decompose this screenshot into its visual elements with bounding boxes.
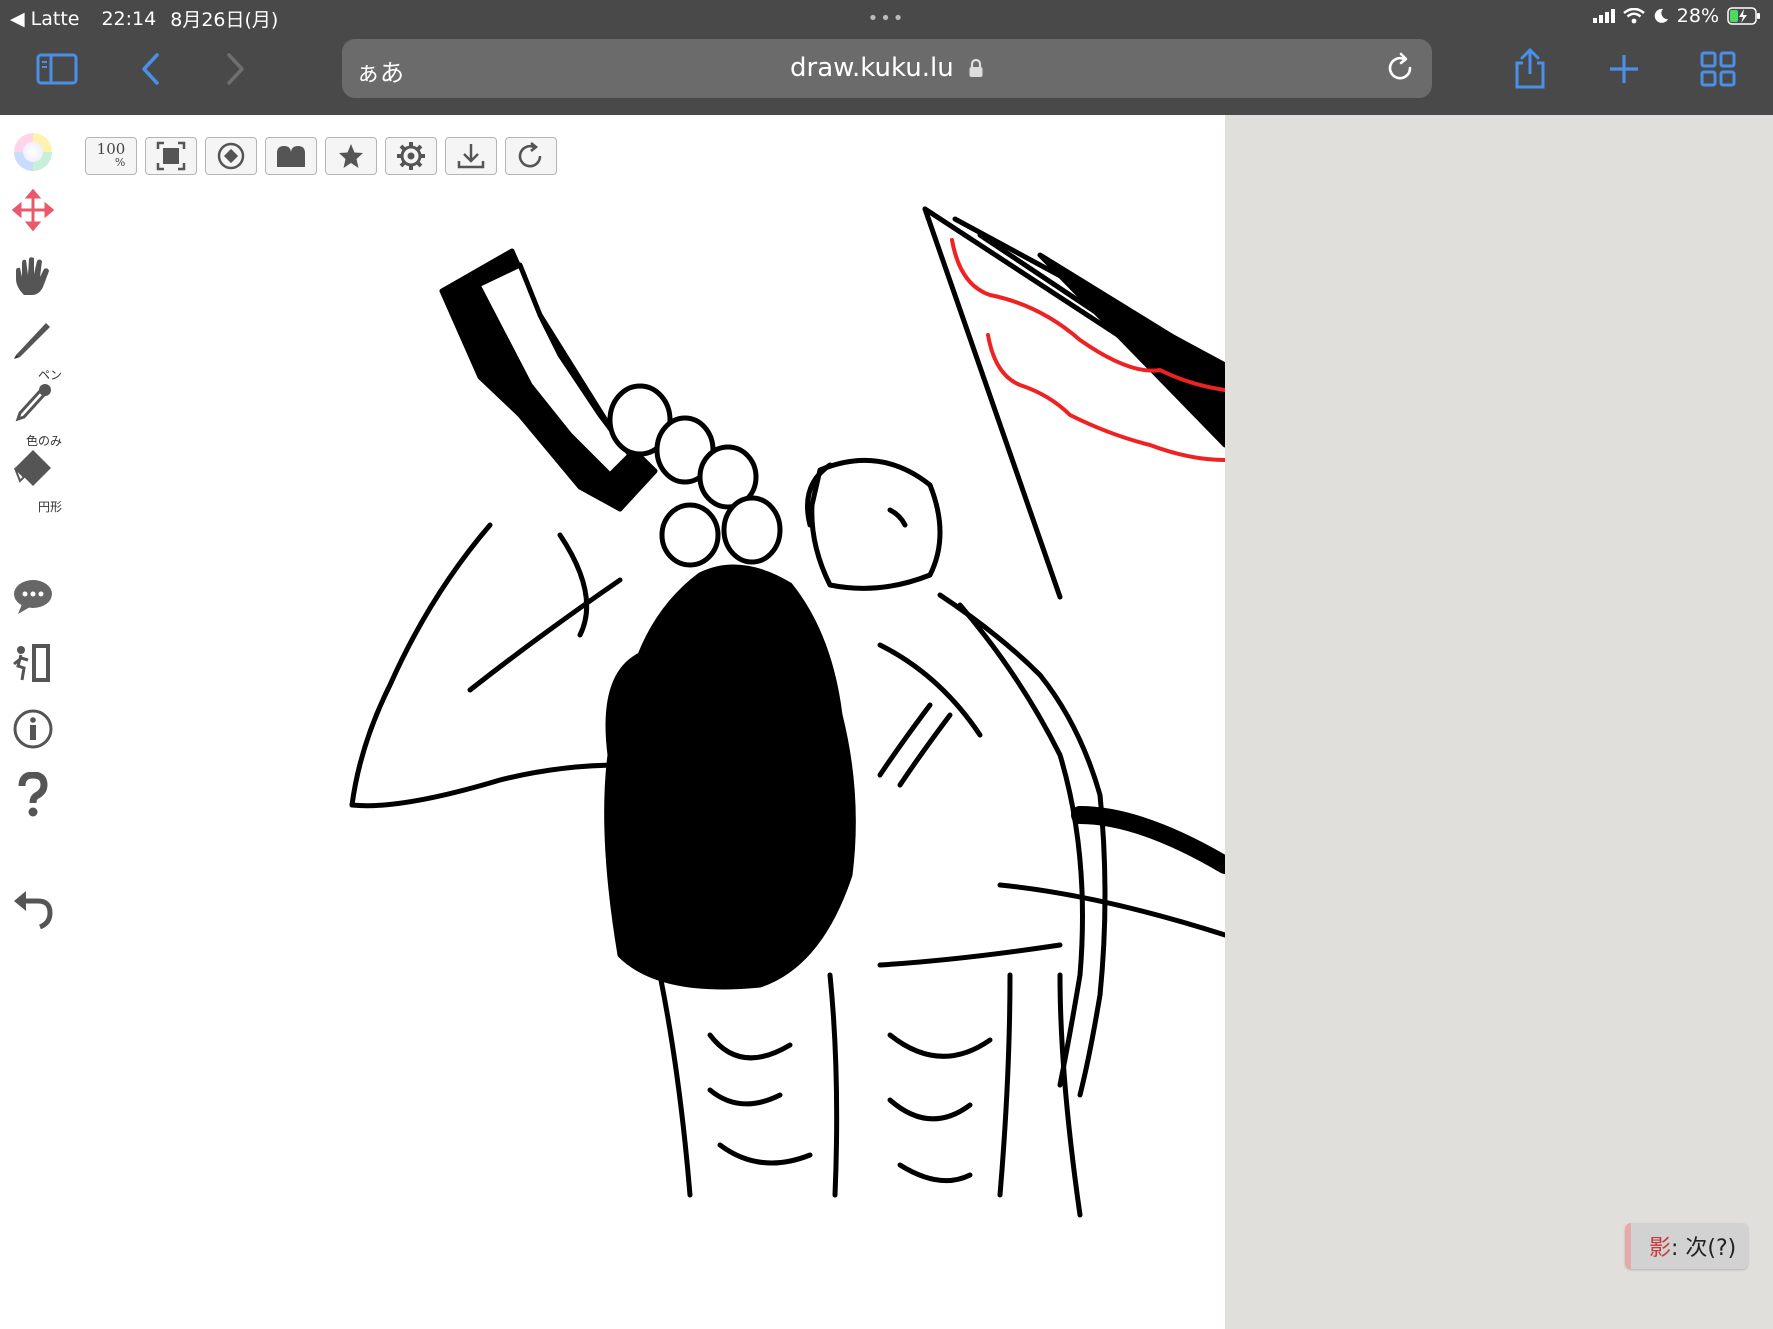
- multitasking-dots[interactable]: •••: [868, 8, 906, 29]
- sidebar-toggle-button[interactable]: [34, 46, 80, 92]
- forward-button[interactable]: [212, 46, 258, 92]
- chevron-left-icon: [142, 53, 159, 85]
- question-mark-icon: [18, 772, 48, 817]
- eraser-tool-button[interactable]: [10, 445, 56, 491]
- status-time: 22:14: [101, 7, 157, 30]
- hand-tool-button[interactable]: [10, 253, 56, 299]
- battery-charging-icon: [1727, 7, 1760, 25]
- eyedropper-tool-button[interactable]: [10, 379, 56, 425]
- url-display[interactable]: draw.kuku.lu: [342, 53, 1432, 83]
- eyedropper-icon: [15, 384, 51, 422]
- hint-accent: 影: [1649, 1236, 1672, 1261]
- redo-icon: [518, 141, 542, 168]
- fit-screen-icon: [156, 141, 186, 171]
- color-picker-button[interactable]: [10, 129, 56, 175]
- info-icon: [13, 709, 53, 749]
- color-wheel-icon: [14, 133, 52, 171]
- new-tab-button[interactable]: [1601, 46, 1647, 92]
- layers-icon: [277, 146, 305, 167]
- battery-percent: 28%: [1676, 5, 1719, 27]
- eraser-caption: 円形: [38, 500, 63, 514]
- tabs-overview-button[interactable]: [1695, 46, 1741, 92]
- canvas-toolbar: 100 %: [85, 137, 557, 175]
- zoom-label: 100 %: [96, 140, 126, 170]
- back-button[interactable]: [128, 46, 174, 92]
- info-button[interactable]: [10, 706, 56, 752]
- zoom-100-button[interactable]: 100 %: [85, 137, 137, 175]
- lock-icon: [969, 58, 983, 77]
- undo-arrow-icon: [14, 891, 53, 929]
- layers-button[interactable]: [265, 137, 317, 175]
- hand-icon: [16, 257, 49, 295]
- star-icon: [339, 144, 363, 168]
- plus-icon: [1610, 55, 1638, 83]
- pen-tool-button[interactable]: [10, 315, 56, 361]
- sidebar-icon: [36, 53, 78, 85]
- drawing-artwork: [349, 206, 1225, 1218]
- download-button[interactable]: [445, 137, 497, 175]
- help-button[interactable]: [10, 772, 56, 818]
- move-arrows-icon: [12, 189, 54, 231]
- chat-bubble-icon: [14, 580, 52, 614]
- eraser-icon: [14, 450, 51, 486]
- exit-room-button[interactable]: [10, 640, 56, 686]
- hint-text: : 次(?): [1671, 1236, 1737, 1261]
- back-to-app-link[interactable]: ◀ Latte: [10, 8, 79, 30]
- reload-icon[interactable]: [1384, 51, 1418, 85]
- moon-icon: [1654, 8, 1668, 23]
- tab-grid-icon: [1700, 51, 1736, 87]
- status-left: ◀ Latte 22:14 8月26日(月): [10, 5, 278, 32]
- settings-button[interactable]: [385, 137, 437, 175]
- address-bar[interactable]: ぁあ draw.kuku.lu: [342, 39, 1432, 98]
- status-date: 8月26日(月): [170, 9, 279, 31]
- exit-door-icon: [13, 644, 50, 682]
- fit-screen-button[interactable]: [145, 137, 197, 175]
- undo-button[interactable]: [10, 885, 56, 931]
- pen-icon: [14, 323, 50, 359]
- web-page: 100 % ペン 色のみ 円形 影: 次(?): [0, 115, 1773, 1329]
- chevron-right-icon: [227, 53, 244, 85]
- wifi-icon: [1622, 8, 1645, 24]
- url-text: draw.kuku.lu: [790, 53, 954, 83]
- redo-button[interactable]: [505, 137, 557, 175]
- rotate-canvas-button[interactable]: [205, 137, 257, 175]
- cellular-signal-icon: [1592, 9, 1615, 23]
- shortcut-hint[interactable]: 影 : 次(?): [1625, 1223, 1749, 1269]
- download-icon: [457, 144, 485, 169]
- gear-icon: [397, 142, 425, 170]
- drawing-canvas[interactable]: 100 % ペン 色のみ 円形: [0, 115, 1225, 1329]
- share-icon: [1515, 48, 1545, 89]
- move-tool-button[interactable]: [10, 187, 56, 233]
- favorite-button[interactable]: [325, 137, 377, 175]
- share-button[interactable]: [1507, 46, 1553, 92]
- browser-toolbar: ぁあ draw.kuku.lu: [0, 34, 1773, 115]
- chat-button[interactable]: [10, 574, 56, 620]
- status-right: 28%: [1592, 5, 1761, 27]
- ios-status-bar: ◀ Latte 22:14 8月26日(月) ••• 28%: [0, 0, 1773, 34]
- rotate-canvas-icon: [217, 142, 245, 170]
